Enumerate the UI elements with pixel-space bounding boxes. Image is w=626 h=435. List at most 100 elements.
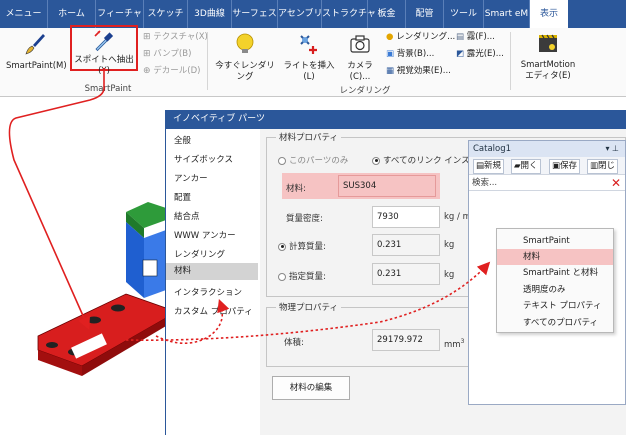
tab-feature[interactable]: フィーチャ: [96, 0, 144, 28]
tab-assembly[interactable]: アセンブリ: [278, 0, 323, 28]
radio-this-part-label: このパーツのみ: [289, 156, 349, 166]
material-label: 材料:: [286, 184, 306, 194]
ribbon-panel: SmartPaint(M) スポイトへ抽出(Y) ⊞ テクスチャ(X) ⊞ バン…: [0, 25, 626, 97]
exposure-button[interactable]: ◩ 露光(E)...: [456, 48, 504, 60]
spec-mass-unit: kg: [444, 270, 455, 280]
specified-mass-field[interactable]: 0.231: [372, 263, 440, 285]
catalog-open-label: 開く: [520, 161, 538, 171]
catalog-search-input[interactable]: 検索... ✕: [469, 176, 625, 191]
category-sizebox[interactable]: サイズボックス: [174, 153, 233, 165]
decal-label: デカール(D): [153, 66, 201, 76]
calculated-mass-field: 0.231: [372, 234, 440, 256]
clear-search-icon[interactable]: ✕: [611, 176, 621, 191]
tab-menu[interactable]: メニュー: [0, 0, 48, 28]
paste-context-menu: SmartPaint 材料 SmartPaint と材料 透明度のみ テキスト …: [496, 228, 614, 333]
eyedropper-label: スポイトへ抽出(Y): [74, 55, 134, 76]
tab-smart-em[interactable]: Smart eM: [484, 0, 530, 28]
dialog-title: イノベイティブ パーツ: [165, 110, 626, 129]
density-unit: kg / m: [444, 212, 471, 222]
bump-label: バンプ(B): [153, 49, 192, 59]
category-anchor[interactable]: アンカー: [174, 172, 208, 184]
radio-calculated-mass[interactable]: 計算質量:: [278, 240, 326, 252]
material-field[interactable]: SUS304: [338, 175, 436, 197]
smartmotion-editor-button[interactable]: SmartMotion エディタ(E): [514, 32, 582, 82]
background-icon: ▣: [386, 49, 395, 59]
tab-3dcurve[interactable]: 3D曲線: [188, 0, 232, 28]
group-label-rendering: レンダリング: [339, 86, 391, 96]
paintbrush-icon: [25, 34, 45, 55]
edit-material-button[interactable]: 材料の編集: [272, 376, 350, 400]
eyedropper-icon: [94, 30, 114, 52]
catalog-save-button[interactable]: ▣保存: [549, 159, 581, 174]
tab-display[interactable]: 表示: [530, 0, 568, 28]
menu-item-all-properties[interactable]: すべてのプロパティ: [497, 315, 613, 331]
category-material[interactable]: 材料: [166, 263, 258, 280]
calc-mass-unit: kg: [444, 240, 455, 250]
category-www-anchor[interactable]: WWW アンカー: [174, 229, 236, 241]
calc-mass-label: 計算質量:: [289, 242, 326, 252]
menu-item-smartpaint[interactable]: SmartPaint: [497, 233, 613, 249]
menu-item-transparency-only[interactable]: 透明度のみ: [497, 282, 613, 298]
catalog-search-label: 検索...: [472, 178, 498, 188]
render-now-button[interactable]: 今すぐレンダリング: [212, 32, 278, 83]
category-interaction[interactable]: インタラクション: [174, 286, 242, 298]
density-field[interactable]: 7930: [372, 206, 440, 228]
fog-icon: ▤: [456, 32, 465, 42]
menu-item-material[interactable]: 材料: [497, 249, 613, 265]
smartpaint-button[interactable]: SmartPaint(M): [6, 32, 67, 72]
visual-effects-button[interactable]: ▦ 視覚効果(E)...: [386, 65, 451, 77]
insert-light-button[interactable]: ライトを挿入(L): [282, 32, 336, 83]
volume-exponent: 3: [460, 338, 465, 345]
camera-button[interactable]: カメラ(C)...: [338, 32, 382, 83]
catalog-toolbar: ▤新規 ▰開く ▣保存 ▥閉じ: [469, 157, 625, 175]
tab-sheetmetal[interactable]: 板金: [368, 0, 406, 28]
category-position[interactable]: 配置: [174, 191, 191, 203]
tab-tools[interactable]: ツール: [444, 0, 484, 28]
light-bulb-icon: [236, 33, 254, 53]
menu-item-smartpaint-and-material[interactable]: SmartPaint と材料: [497, 265, 613, 281]
fog-label: 霧(F)...: [466, 32, 495, 42]
camera-label: カメラ(C)...: [347, 61, 373, 82]
catalog-save-label: 保存: [560, 161, 578, 171]
category-general[interactable]: 全般: [174, 134, 191, 146]
catalog-open-button[interactable]: ▰開く: [511, 159, 541, 174]
group-divider: [510, 32, 511, 90]
smartpaint-label: SmartPaint(M): [6, 61, 67, 71]
rendering-settings-button[interactable]: ● レンダリング...: [386, 31, 455, 43]
radio-specified-mass[interactable]: 指定質量:: [278, 270, 326, 282]
catalog-close-label: 閉じ: [598, 161, 616, 171]
smartmotion-editor-label: エディタ(E): [525, 71, 571, 81]
exposure-label: 露光(E)...: [466, 49, 504, 59]
category-attachment-point[interactable]: 結合点: [174, 210, 200, 222]
category-rendering[interactable]: レンダリング: [174, 248, 225, 260]
texture-button[interactable]: ⊞ テクスチャ(X): [143, 31, 208, 43]
fog-button[interactable]: ▤ 霧(F)...: [456, 31, 495, 43]
category-custom-properties[interactable]: カスタム プロパティ: [174, 305, 253, 317]
catalog-new-button[interactable]: ▤新規: [473, 159, 505, 174]
catalog-close-button[interactable]: ▥閉じ: [587, 159, 619, 174]
insert-light-label: ライトを挿入(L): [283, 61, 335, 82]
decal-button[interactable]: ⊕ デカール(D): [143, 65, 200, 77]
property-category-list: 全般 サイズボックス アンカー 配置 結合点 WWW アンカー レンダリング 材…: [166, 129, 260, 435]
background-label: 背景(B)...: [396, 49, 435, 59]
catalog-title: Catalog1: [473, 144, 512, 154]
tab-structure[interactable]: ストラクチャ: [322, 0, 376, 28]
eyedropper-extract-button[interactable]: スポイトへ抽出(Y): [70, 25, 138, 76]
menu-item-text-properties[interactable]: テキスト プロパティ: [497, 298, 613, 314]
volume-unit-text: mm: [444, 339, 461, 350]
bump-button[interactable]: ⊞ バンプ(B): [143, 48, 191, 60]
catalog-pin-icon[interactable]: ▾ ⊥: [605, 141, 619, 157]
rendering-icon: ●: [386, 32, 394, 42]
radio-this-part[interactable]: このパーツのみ: [278, 154, 348, 166]
smartmotion-label: SmartMotion: [520, 60, 576, 70]
volume-field: 29179.972: [372, 329, 440, 351]
group-divider: [207, 32, 208, 90]
physical-group-label: 物理プロパティ: [276, 301, 341, 313]
tab-surface[interactable]: サーフェス: [232, 0, 278, 28]
tab-home[interactable]: ホーム: [48, 0, 96, 28]
sheet-metal-part-model[interactable]: [0, 190, 165, 390]
tab-sketch[interactable]: スケッチ: [144, 0, 188, 28]
background-button[interactable]: ▣ 背景(B)...: [386, 48, 434, 60]
volume-label: 体積:: [284, 338, 304, 348]
tab-piping[interactable]: 配管: [406, 0, 444, 28]
